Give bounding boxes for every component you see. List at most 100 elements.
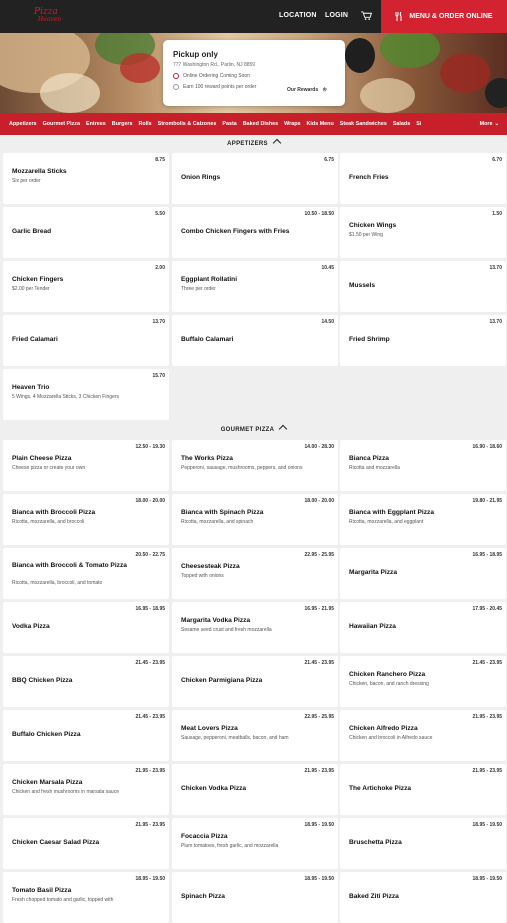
item-price: 21.45 - 23.95 (304, 660, 334, 666)
item-description: Chicken and broccoli in Alfredo sauce (349, 735, 433, 741)
category-tab-6[interactable]: Pasta (222, 121, 236, 127)
menu-item-card[interactable]: 21.95 - 23.95 Chicken Alfredo Pizza Chicke… (340, 710, 506, 761)
item-price: 10.50 - 18.50 (304, 211, 334, 217)
item-name: Vodka Pizza (12, 623, 50, 630)
menu-order-online-button[interactable]: MENU & ORDER ONLINE (381, 0, 507, 33)
item-price: 8.75 (155, 157, 165, 163)
item-name: Fried Shrimp (349, 336, 390, 343)
item-name: Margarita Vodka Pizza (181, 617, 251, 624)
menu-item-card[interactable]: 21.95 - 23.95 Chicken Vodka Pizza (172, 764, 338, 815)
chevron-up-icon (272, 138, 282, 148)
menu-item-card[interactable]: 20.50 - 22.75 Bianca with Broccoli & Toma… (3, 548, 169, 599)
category-tab-2[interactable]: Entrees (86, 121, 106, 127)
menu-item-card[interactable]: 17.95 - 20.45 Hawaiian Pizza (340, 602, 506, 653)
logo[interactable]: Pizza Heaven (34, 8, 74, 24)
category-tab-8[interactable]: Wraps (284, 121, 300, 127)
category-tab-7[interactable]: Baked Dishes (243, 121, 278, 127)
menu-item-card[interactable]: 10.45 Eggplant Rollatini Three per order (172, 261, 338, 312)
menu-item-card[interactable]: 18.95 - 19.50 Tomato Basil Pizza Fresh cho… (3, 872, 169, 923)
menu-item-card[interactable]: 21.95 - 23.95 Chicken Marsala Pizza Chicke… (3, 764, 169, 815)
item-price: 21.95 - 23.95 (472, 768, 502, 774)
more-label: More (479, 121, 493, 127)
item-price: 18.95 - 19.50 (472, 876, 502, 882)
menu-item-card[interactable]: 6.70 French Fries (340, 153, 506, 204)
nav-login[interactable]: LOGIN (325, 12, 348, 19)
menu-item-card[interactable]: 16.95 - 18.95 Vodka Pizza (3, 602, 169, 653)
item-description: Topped with onions (181, 573, 224, 579)
menu-item-card[interactable]: 16.95 - 21.95 Margarita Vodka Pizza Sesame… (172, 602, 338, 653)
menu-item-card[interactable]: 5.50 Garlic Bread (3, 207, 169, 258)
section-header[interactable]: APPETIZERS (0, 138, 507, 148)
category-more-button[interactable]: More ⌄ (475, 121, 499, 127)
item-name: Chicken Vodka Pizza (181, 785, 247, 792)
section-header[interactable]: GOURMET PIZZA (0, 424, 507, 434)
menu-item-card[interactable]: 21.95 - 23.95 The Artichoke Pizza (340, 764, 506, 815)
category-tab-0[interactable]: Appetizers (9, 121, 37, 127)
menu-item-card[interactable]: 14.00 - 28.30 The Works Pizza Pepperoni, s… (172, 440, 338, 491)
menu-item-card[interactable]: 18.95 - 19.50 Bruschetta Pizza (340, 818, 506, 869)
menu-item-card[interactable]: 18.95 - 19.50 Baked Ziti Pizza (340, 872, 506, 923)
category-tab-1[interactable]: Gourmet Pizza (43, 121, 80, 127)
menu-item-card[interactable]: 1.50 Chicken Wings $1.50 per Wing (340, 207, 506, 258)
reward-icon (173, 84, 179, 90)
item-name: Margarita Pizza (349, 569, 398, 576)
menu-item-card[interactable]: 2.00 Chicken Fingers $2.00 per Tender (3, 261, 169, 312)
category-tab-11[interactable]: Salads (393, 121, 410, 127)
menu-item-card[interactable]: 13.70 Mussels (340, 261, 506, 312)
menu-item-card[interactable]: 16.90 - 18.60 Bianca Pizza Ricotta and moz… (340, 440, 506, 491)
menu-item-card[interactable]: 15.70 Heaven Trio 5 Wings, 4 Mozzarella St… (3, 369, 169, 420)
item-description: Ricotta, mozzarella, and broccoli (12, 519, 85, 525)
category-tab-3[interactable]: Burgers (112, 121, 133, 127)
menu-item-card[interactable]: 21.95 - 23.95 Chicken Caesar Salad Pizza (3, 818, 169, 869)
category-tab-4[interactable]: Rolls (138, 121, 151, 127)
item-price: 22.95 - 25.95 (304, 714, 334, 720)
item-name: Hawaiian Pizza (349, 623, 396, 630)
menu-item-card[interactable]: 21.45 - 23.95 BBQ Chicken Pizza (3, 656, 169, 707)
item-name: Chicken Ranchero Pizza (349, 671, 426, 678)
item-price: 12.50 - 19.30 (135, 444, 165, 450)
item-name: Cheesesteak Pizza (181, 563, 240, 570)
menu-item-card[interactable]: 18.95 - 19.50 Spinach Pizza (172, 872, 338, 923)
menu-item-card[interactable]: 6.75 Onion Rings (172, 153, 338, 204)
item-description: $1.50 per Wing (349, 232, 383, 238)
logo-line-1: Pizza (34, 7, 58, 17)
menu-item-card[interactable]: 19.80 - 21.95 Bianca with Eggplant Pizza R… (340, 494, 506, 545)
menu-item-card[interactable]: 21.45 - 23.95 Chicken Ranchero Pizza Chick… (340, 656, 506, 707)
our-rewards-link[interactable]: Our Rewards ♔ (287, 87, 327, 93)
menu-item-card[interactable]: 18.00 - 20.00 Bianca with Spinach Pizza Ri… (172, 494, 338, 545)
menu-item-card[interactable]: 13.70 Fried Shrimp (340, 315, 506, 366)
menu-item-card[interactable]: 10.50 - 18.50 Combo Chicken Fingers with … (172, 207, 338, 258)
menu-item-card[interactable]: 13.70 Fried Calamari (3, 315, 169, 366)
item-name: Bruschetta Pizza (349, 839, 402, 846)
menu-item-card[interactable]: 21.45 - 23.95 Chicken Parmigiana Pizza (172, 656, 338, 707)
menu-item-card[interactable]: 16.95 - 18.95 Margarita Pizza (340, 548, 506, 599)
menu-item-card[interactable]: 21.45 - 23.95 Buffalo Chicken Pizza (3, 710, 169, 761)
menu-item-card[interactable]: 22.95 - 25.95 Meat Lovers Pizza Sausage, p… (172, 710, 338, 761)
category-tab-10[interactable]: Steak Sandwiches (340, 121, 387, 127)
category-tab-12[interactable]: Si (416, 121, 421, 127)
category-tab-9[interactable]: Kids Menu (307, 121, 334, 127)
menu-item-card[interactable]: 8.75 Mozzarella Sticks Six per order (3, 153, 169, 204)
item-price: 13.70 (489, 265, 502, 271)
item-name: The Works Pizza (181, 455, 233, 462)
nav-location[interactable]: LOCATION (279, 12, 317, 19)
item-name: Chicken Caesar Salad Pizza (12, 839, 100, 846)
top-bar: Pizza Heaven LOCATION LOGIN MENU & ORDER… (0, 0, 507, 33)
item-name: Onion Rings (181, 174, 221, 181)
item-name: Combo Chicken Fingers with Fries (181, 228, 290, 235)
item-price: 21.95 - 23.95 (135, 768, 165, 774)
menu-item-card[interactable]: 22.95 - 25.95 Cheesesteak Pizza Topped wit… (172, 548, 338, 599)
cart-icon[interactable] (361, 11, 372, 20)
menu-item-card[interactable]: 14.50 Buffalo Calamari (172, 315, 338, 366)
category-tab-5[interactable]: Strombolis & Calzones (158, 121, 217, 127)
menu-item-card[interactable]: 18.95 - 19.50 Focaccia Pizza Plum tomatoes… (172, 818, 338, 869)
item-price: 21.45 - 23.95 (472, 660, 502, 666)
item-description: Chicken and fresh mushrooms in marsala s… (12, 789, 119, 795)
item-name: The Artichoke Pizza (349, 785, 412, 792)
utensils-icon (395, 12, 402, 21)
item-price: 15.70 (152, 373, 165, 379)
menu-item-card[interactable]: 18.00 - 20.00 Bianca with Broccoli Pizza R… (3, 494, 169, 545)
section-title: GOURMET PIZZA (220, 427, 275, 433)
menu-item-card[interactable]: 12.50 - 19.30 Plain Cheese Pizza Cheese pi… (3, 440, 169, 491)
item-description: Chicken, bacon, and ranch dressing (349, 681, 429, 687)
